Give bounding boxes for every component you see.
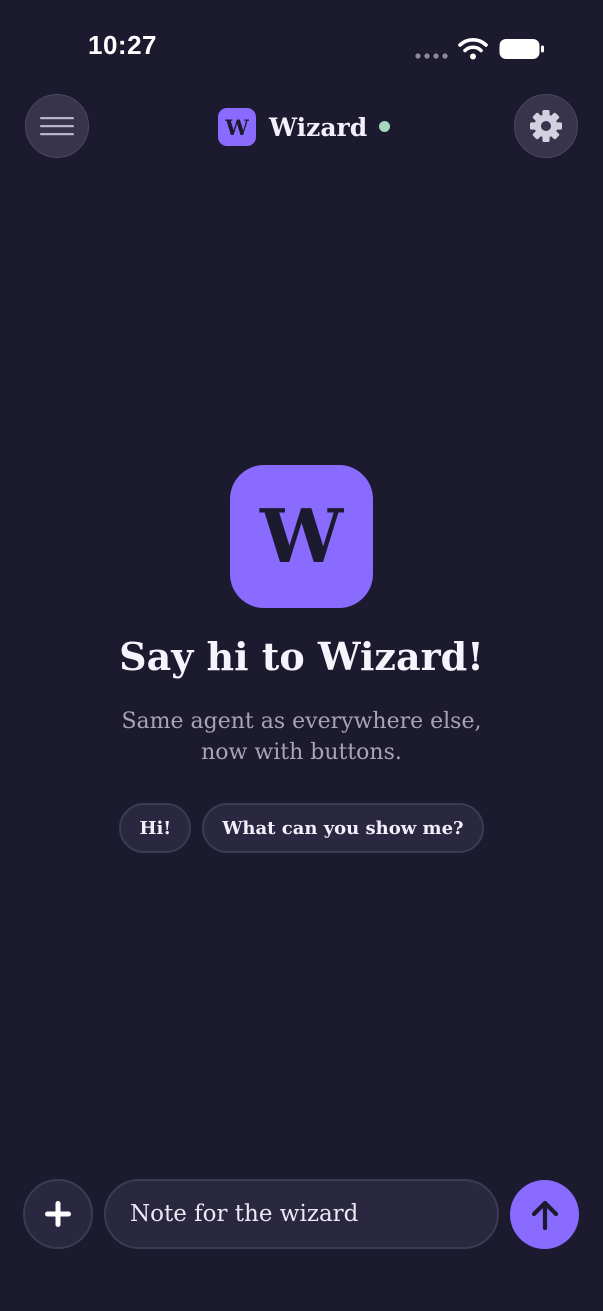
header-brand: W Wizard [218, 107, 391, 147]
app-logo: W [218, 108, 256, 146]
send-button[interactable] [510, 1180, 579, 1249]
suggestion-chips: Hi! What can you show me? [0, 803, 603, 853]
battery-icon [499, 39, 544, 59]
add-attachment-button[interactable] [23, 1179, 93, 1249]
message-input[interactable] [104, 1179, 499, 1249]
hamburger-menu-icon [40, 117, 74, 136]
wizard-logo: W [230, 465, 373, 608]
suggestion-chip-hi[interactable]: Hi! [119, 803, 192, 853]
app-title: Wizard [269, 112, 368, 142]
app-screen: 10:27 W Wizard W Say hi to Wizard! Same … [0, 0, 603, 1311]
plus-icon [45, 1201, 71, 1227]
signal-dots-icon [415, 53, 448, 59]
welcome-subtitle-line: Same agent as everywhere else, [121, 709, 482, 734]
online-status-dot [379, 120, 391, 132]
wifi-icon [458, 38, 488, 60]
status-time: 10:27 [88, 30, 157, 60]
welcome-subtitle-line: now with buttons. [201, 740, 402, 765]
suggestion-chip-what-can-you-show[interactable]: What can you show me? [202, 803, 484, 853]
menu-button[interactable] [25, 94, 89, 158]
arrow-up-icon [531, 1200, 558, 1230]
welcome-title: Say hi to Wizard! [119, 634, 484, 679]
gear-icon [530, 110, 562, 142]
welcome-subtitle: Same agent as everywhere else, now with … [0, 706, 603, 768]
settings-button[interactable] [514, 94, 578, 158]
